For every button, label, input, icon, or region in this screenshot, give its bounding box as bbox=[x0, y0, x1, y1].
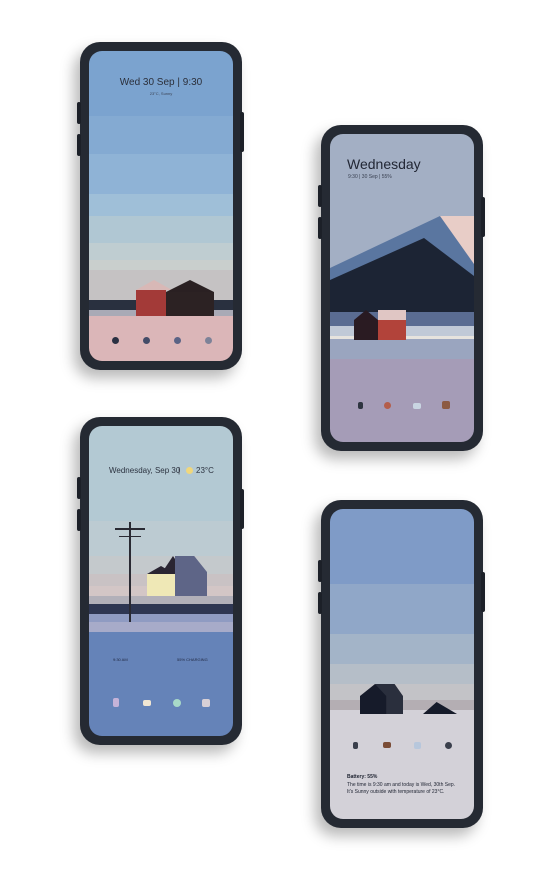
volume-button[interactable] bbox=[77, 134, 81, 156]
lock-date: Wednesday, Sep 30 bbox=[109, 466, 181, 475]
phone-1: Wed 30 Sep | 9:30 23°C, Sunny bbox=[77, 42, 244, 370]
chrome-icon[interactable] bbox=[173, 699, 181, 707]
separator: | bbox=[178, 466, 181, 475]
messages-icon[interactable] bbox=[143, 700, 151, 706]
lock-status: 9:30 | 30 Sep | 55% bbox=[348, 174, 392, 180]
house bbox=[360, 684, 404, 714]
lock-day: Wednesday bbox=[347, 156, 421, 172]
volume-button[interactable] bbox=[318, 217, 322, 239]
messages-icon[interactable] bbox=[413, 403, 421, 409]
app-dot[interactable] bbox=[205, 337, 212, 344]
power-button[interactable] bbox=[481, 197, 485, 237]
volume-button[interactable] bbox=[77, 509, 81, 531]
phone-3: Wednesday, Sep 30 | 23°C 9:30 AM 55% CHA… bbox=[77, 417, 244, 745]
lock-date-time: Wed 30 Sep | 9:30 bbox=[119, 77, 203, 88]
mountain-scene bbox=[330, 216, 474, 314]
photos-icon[interactable] bbox=[442, 401, 450, 409]
phone-2: Wednesday 9:30 | 30 Sep | 55% bbox=[318, 125, 485, 451]
lock-time: 9:30 AM bbox=[113, 657, 128, 662]
app-dot[interactable] bbox=[143, 337, 150, 344]
camera-icon[interactable] bbox=[445, 742, 452, 749]
lock-weather: 23°C, Sunny bbox=[149, 91, 173, 96]
power-button[interactable] bbox=[240, 112, 244, 152]
camera-icon[interactable] bbox=[202, 699, 210, 707]
battery-text: Battery: 55% bbox=[347, 774, 378, 780]
lock-temp: 23°C bbox=[196, 466, 214, 475]
app-dot[interactable] bbox=[112, 337, 119, 344]
phone-icon[interactable] bbox=[353, 742, 358, 749]
phone-icon[interactable] bbox=[358, 402, 363, 409]
camera-icon[interactable] bbox=[384, 402, 391, 409]
volume-button[interactable] bbox=[77, 102, 81, 124]
volume-button[interactable] bbox=[318, 185, 322, 207]
app-dot[interactable] bbox=[174, 337, 181, 344]
phone-icon[interactable] bbox=[113, 698, 119, 707]
assistant-line-1: The time is 9:30 am and today is Wed, 30… bbox=[347, 782, 456, 788]
volume-button[interactable] bbox=[318, 560, 322, 582]
lock-screen-1: Wed 30 Sep | 9:30 23°C, Sunny bbox=[89, 51, 233, 361]
power-button[interactable] bbox=[481, 572, 485, 612]
photos-icon[interactable] bbox=[414, 742, 421, 749]
barn bbox=[354, 310, 410, 340]
power-button[interactable] bbox=[240, 489, 244, 529]
messages-icon[interactable] bbox=[383, 742, 391, 748]
sun-icon bbox=[186, 467, 193, 474]
lock-screen-4: Battery: 55% The time is 9:30 am and tod… bbox=[330, 509, 474, 819]
phone-4: Battery: 55% The time is 9:30 am and tod… bbox=[318, 500, 485, 828]
lock-screen-2: Wednesday 9:30 | 30 Sep | 55% bbox=[330, 134, 474, 442]
volume-button[interactable] bbox=[318, 592, 322, 614]
assistant-line-2: It's Sunny outside with temperature of 2… bbox=[347, 789, 445, 795]
house bbox=[423, 702, 457, 714]
lock-battery: 55% CHARGING bbox=[177, 657, 208, 662]
house bbox=[147, 556, 209, 596]
volume-button[interactable] bbox=[77, 477, 81, 499]
lock-screen-3: Wednesday, Sep 30 | 23°C 9:30 AM 55% CHA… bbox=[89, 426, 233, 736]
utility-pole bbox=[115, 522, 147, 622]
barn bbox=[136, 280, 216, 316]
